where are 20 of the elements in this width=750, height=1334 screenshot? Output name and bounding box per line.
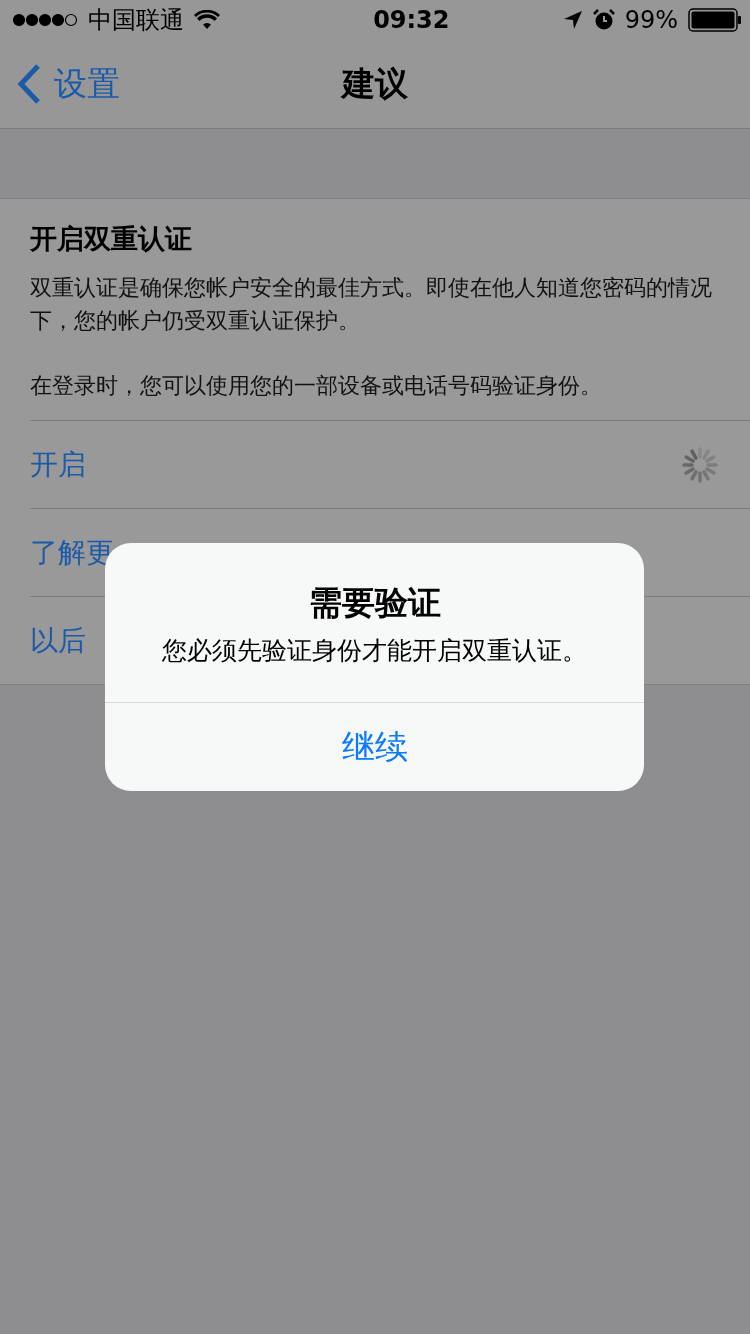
alert-title: 需要验证 [308, 582, 441, 624]
status-time: 09:32 [373, 6, 450, 34]
signal-icon [12, 13, 78, 27]
alert-message: 您必须先验证身份才能开启双重认证。 [162, 635, 587, 667]
back-chevron-icon [16, 63, 42, 105]
page-title: 建议 [342, 62, 408, 105]
description-text: 双重认证是确保您帐户安全的最佳方式。即使在他人知道您密码的情况下，您的帐户仍受双重认证保护。 [30, 274, 713, 335]
carrier-name: 中国联通 [88, 5, 184, 36]
battery-percent: 99% [624, 6, 678, 34]
card-title: 开启双重认证 [30, 222, 193, 256]
location-arrow-icon [562, 10, 583, 30]
description-text: 在登录时，您可以使用您的一部设备或电话号码验证身份。 [30, 372, 603, 400]
battery-icon [688, 8, 742, 32]
alarm-clock-icon [592, 9, 615, 31]
option-link[interactable]: 以后 [30, 621, 86, 660]
option-link[interactable]: 开启 [30, 445, 86, 484]
continue-button[interactable]: 继续 [105, 703, 644, 791]
loading-spinner-icon [680, 444, 720, 485]
back-button[interactable]: 设置 [16, 40, 120, 128]
wifi-icon [194, 10, 220, 30]
